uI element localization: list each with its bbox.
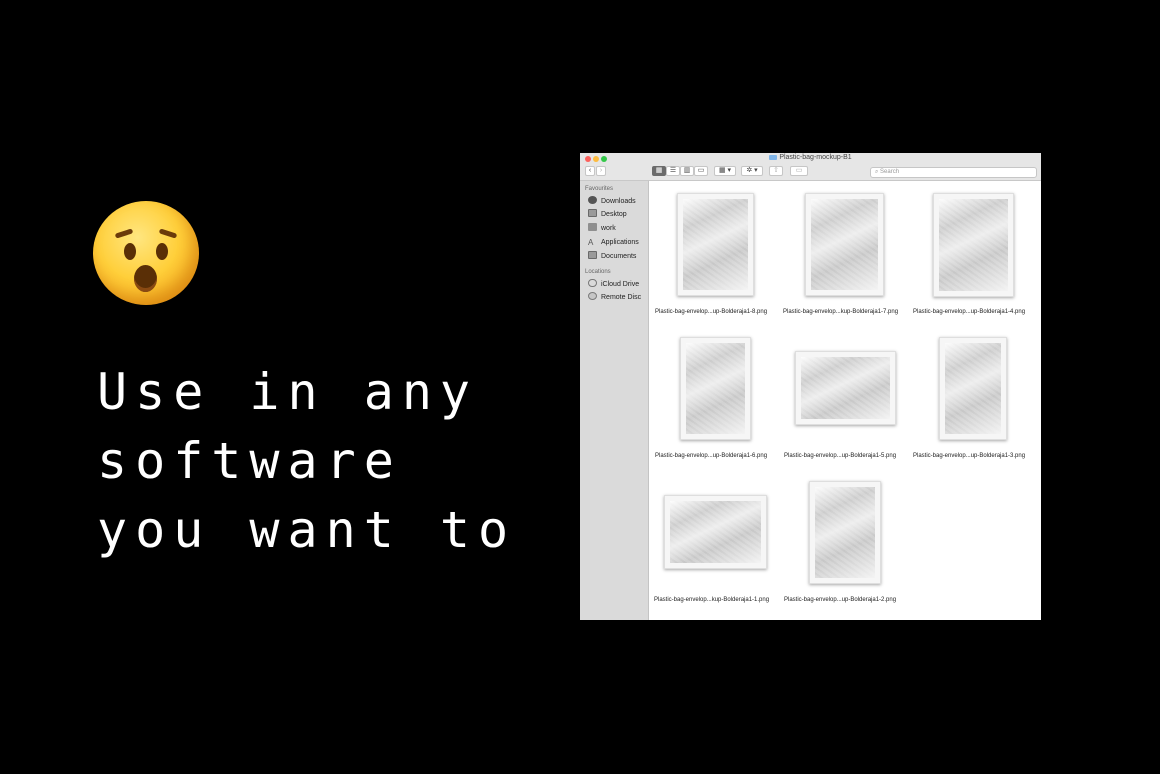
- headline-line-2: software: [97, 432, 402, 490]
- action-gear-button[interactable]: ✲ ▾: [741, 166, 763, 176]
- headline: Use in any software you want to: [97, 358, 516, 565]
- file-name[interactable]: Plastic-bag-envelop...up-Bolderaja1-6.pn…: [655, 453, 767, 459]
- finder-sidebar: Favourites Downloads Desktop work A Appli…: [580, 181, 649, 620]
- file-name[interactable]: Plastic-bag-envelop...up-Bolderaja1-2.pn…: [784, 597, 896, 603]
- file-name[interactable]: Plastic-bag-envelop...kup-Bolderaja1-1.p…: [654, 597, 769, 603]
- column-view-button[interactable]: ▥: [680, 166, 694, 176]
- file-thumbnail[interactable]: [664, 495, 767, 569]
- astonished-face-emoji: [93, 201, 199, 305]
- list-view-button[interactable]: ☰: [666, 166, 680, 176]
- folder-icon: [588, 223, 597, 231]
- window-title-text: Plastic-bag-mockup-B1: [779, 154, 852, 161]
- applications-icon: A: [588, 238, 594, 247]
- sidebar-item-remote-disc[interactable]: Remote Disc: [588, 292, 641, 303]
- file-name[interactable]: Plastic-bag-envelop...kup-Bolderaja1-7.p…: [783, 309, 898, 315]
- search-input[interactable]: ⌕ Search: [870, 167, 1037, 178]
- finder-window: Plastic-bag-mockup-B1 ‹ › ▦ ☰ ▥ ▭ ▦ ▾ ✲ …: [580, 153, 1041, 620]
- gallery-view-button[interactable]: ▭: [694, 166, 708, 176]
- file-thumbnail[interactable]: [805, 193, 884, 296]
- left-eye: [124, 243, 136, 260]
- sidebar-section-locations: Locations: [585, 269, 611, 275]
- right-eye: [156, 243, 168, 260]
- file-thumbnail[interactable]: [795, 351, 896, 425]
- file-name[interactable]: Plastic-bag-envelop...up-Bolderaja1-3.pn…: [913, 453, 1025, 459]
- file-thumbnail[interactable]: [680, 337, 751, 440]
- icon-view-button[interactable]: ▦: [652, 166, 666, 176]
- file-name[interactable]: Plastic-bag-envelop...up-Bolderaja1-4.pn…: [913, 309, 1025, 315]
- sidebar-item-applications[interactable]: A Applications: [588, 237, 639, 248]
- headline-line-1: Use in any: [97, 363, 479, 421]
- sidebar-item-icloud-drive[interactable]: iCloud Drive: [588, 279, 639, 290]
- file-name[interactable]: Plastic-bag-envelop...up-Bolderaja1-8.pn…: [655, 309, 767, 315]
- documents-icon: [588, 251, 597, 259]
- headline-line-3: you want to: [97, 501, 517, 559]
- right-eyebrow: [158, 228, 178, 239]
- sidebar-item-work[interactable]: work: [588, 223, 616, 234]
- cloud-icon: [588, 279, 597, 287]
- forward-button[interactable]: ›: [596, 166, 606, 176]
- desktop-icon: [588, 209, 597, 217]
- sidebar-item-downloads[interactable]: Downloads: [588, 196, 636, 207]
- sidebar-item-documents[interactable]: Documents: [588, 251, 636, 262]
- group-by-button[interactable]: ▦ ▾: [714, 166, 736, 176]
- window-title: Plastic-bag-mockup-B1: [580, 154, 1041, 161]
- sidebar-section-favourites: Favourites: [585, 186, 614, 192]
- tags-button[interactable]: ▭: [790, 166, 808, 176]
- open-mouth: [134, 265, 157, 292]
- file-thumbnail[interactable]: [809, 481, 881, 584]
- left-eyebrow: [114, 228, 134, 239]
- sidebar-item-desktop[interactable]: Desktop: [588, 209, 627, 220]
- share-button[interactable]: ⇧: [769, 166, 783, 176]
- folder-icon: [769, 155, 778, 160]
- file-thumbnail[interactable]: [933, 193, 1014, 297]
- file-thumbnail[interactable]: [939, 337, 1007, 440]
- finder-titlebar: Plastic-bag-mockup-B1 ‹ › ▦ ☰ ▥ ▭ ▦ ▾ ✲ …: [580, 153, 1041, 181]
- downloads-icon: [588, 196, 597, 204]
- back-button[interactable]: ‹: [585, 166, 595, 176]
- search-placeholder: Search: [880, 169, 900, 175]
- file-name[interactable]: Plastic-bag-envelop...up-Bolderaja1-5.pn…: [784, 453, 896, 459]
- file-thumbnail[interactable]: [677, 193, 754, 296]
- disc-icon: [588, 292, 597, 300]
